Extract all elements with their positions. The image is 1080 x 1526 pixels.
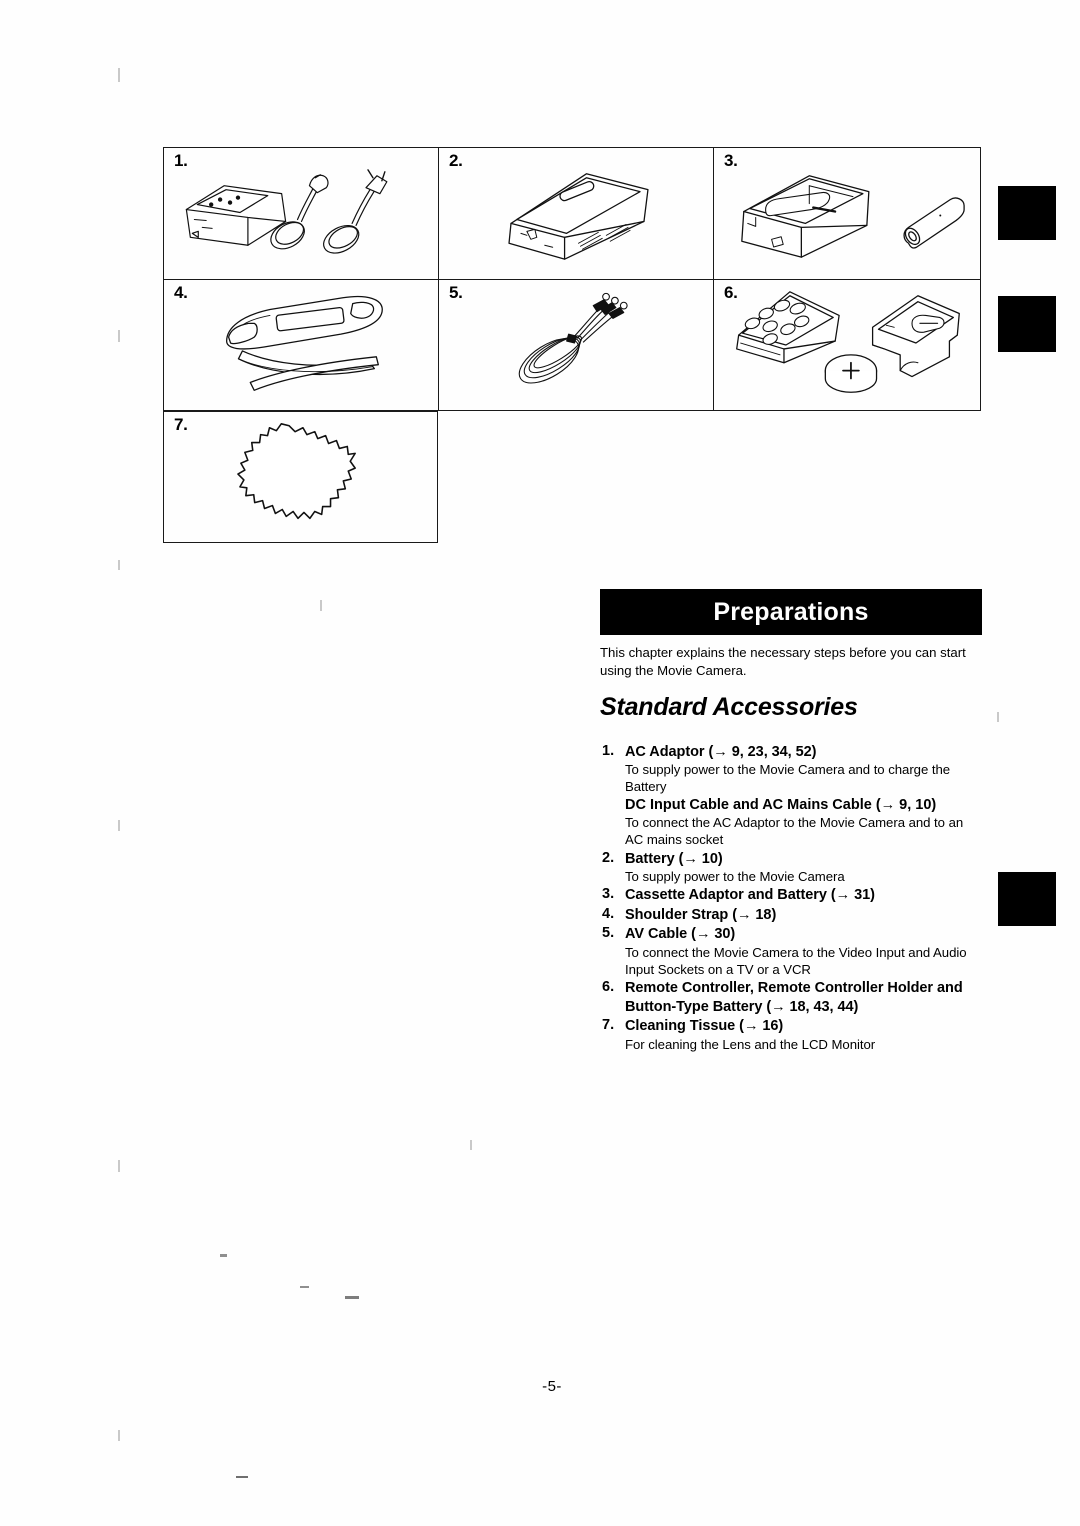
list-item: 4. Shoulder Strap (→ 18) [600, 906, 982, 925]
accessory-number: 2. [602, 849, 615, 866]
accessory-number: 7. [602, 1017, 615, 1034]
scan-artifact [118, 68, 120, 82]
accessory-number: 6. [602, 979, 615, 996]
grid-row: 4. 5. 6. [163, 279, 981, 411]
accessory-number: 1. [602, 742, 615, 759]
scanned-manual-page: 1. 2. 3. 4. 5. 6. 7. Preparations This c… [0, 0, 1080, 1526]
accessory-cell-7: 7. [163, 411, 438, 543]
accessory-heading: Battery (→ 10) [625, 850, 723, 867]
accessory-cell-4-number: 4. [174, 283, 188, 302]
accessory-heading: Shoulder Strap (→ 18) [625, 906, 777, 923]
remote-controller-holder-and-button-battery-illustration [714, 280, 980, 410]
page-number-label: -5- [542, 1378, 562, 1395]
scan-artifact [118, 330, 120, 342]
list-item: 7. Cleaning Tissue (→ 16) For cleaning t… [600, 1017, 982, 1053]
accessory-description: For cleaning the Lens and the LCD Monito… [625, 1036, 876, 1052]
accessory-cell-7-number: 7. [174, 415, 188, 434]
scan-artifact [997, 712, 999, 722]
cassette-adaptor-and-battery-illustration [714, 148, 980, 279]
accessory-illustration-grid: 1. 2. 3. 4. 5. 6. 7. [163, 147, 981, 543]
grid-row: 1. 2. 3. [163, 147, 981, 279]
accessory-heading: AC Adaptor (→ 9, 23, 34, 52) [625, 743, 817, 760]
scan-artifact [220, 1254, 227, 1257]
index-tab-preparations [998, 872, 1056, 926]
accessory-description: To connect the Movie Camera to the Video… [625, 944, 967, 977]
accessory-cell-6-number: 6. [724, 283, 738, 302]
accessory-heading: Cleaning Tissue (→ 16) [625, 1018, 784, 1035]
accessory-subheading: DC Input Cable and AC Mains Cable (→ 9, … [625, 796, 937, 813]
accessory-cell-3-number: 3. [724, 151, 738, 170]
index-tab-top [998, 186, 1056, 240]
battery-pack-illustration [439, 148, 713, 279]
list-item: 6. Remote Controller, Remote Controller … [600, 979, 982, 1016]
scan-artifact [470, 1140, 472, 1150]
chapter-banner: Preparations [600, 589, 982, 635]
accessory-description: To supply power to the Movie Camera [625, 869, 845, 885]
accessory-heading: Remote Controller, Remote Controller Hol… [625, 980, 963, 1015]
scan-artifact [118, 1430, 120, 1441]
cleaning-tissue-illustration [164, 412, 437, 542]
list-item: 2. Battery (→ 10) To supply power to the… [600, 850, 982, 886]
scan-artifact [345, 1296, 359, 1299]
grid-row: 7. [163, 411, 981, 543]
accessory-cell-5-number: 5. [449, 283, 463, 302]
scan-artifact [236, 1476, 248, 1478]
chapter-banner-title: Preparations [713, 597, 869, 626]
accessory-cell-6: 6. [713, 279, 981, 411]
accessory-description: To supply power to the Movie Camera and … [625, 762, 951, 795]
scan-artifact [320, 600, 322, 611]
accessory-cell-1-number: 1. [174, 151, 188, 170]
accessory-cell-5: 5. [438, 279, 713, 411]
list-item: 5. AV Cable (→ 30) To connect the Movie … [600, 925, 982, 978]
accessory-cell-2: 2. [438, 147, 713, 279]
shoulder-strap-illustration [164, 280, 438, 410]
scan-artifact [118, 820, 120, 831]
accessory-number: 3. [602, 886, 615, 903]
list-item: 3. Cassette Adaptor and Battery (→ 31) [600, 886, 982, 905]
accessory-subdescription: To connect the AC Adaptor to the Movie C… [625, 815, 964, 848]
ac-adaptor-and-cables-illustration [164, 148, 438, 279]
standard-accessories-list: 1. AC Adaptor (→ 9, 23, 34, 52) To suppl… [600, 743, 982, 1053]
scan-artifact [300, 1286, 309, 1288]
chapter-intro-text: This chapter explains the necessary step… [600, 645, 966, 678]
page-number: -5- [0, 1378, 1080, 1395]
accessory-heading: AV Cable (→ 30) [625, 926, 736, 943]
accessory-cell-2-number: 2. [449, 151, 463, 170]
index-tab-second [998, 296, 1056, 352]
page-title: Standard Accessories [600, 693, 858, 721]
scan-artifact [118, 560, 120, 570]
av-cable-illustration [439, 280, 713, 410]
accessory-cell-3: 3. [713, 147, 981, 279]
chapter-text-column: Preparations This chapter explains the n… [600, 589, 982, 1069]
accessory-number: 5. [602, 925, 615, 942]
accessory-number: 4. [602, 905, 615, 922]
scan-artifact [118, 1160, 120, 1172]
list-item: 1. AC Adaptor (→ 9, 23, 34, 52) To suppl… [600, 743, 982, 849]
accessory-cell-1: 1. [163, 147, 438, 279]
accessory-heading: Cassette Adaptor and Battery (→ 31) [625, 887, 875, 904]
accessory-cell-4: 4. [163, 279, 438, 411]
